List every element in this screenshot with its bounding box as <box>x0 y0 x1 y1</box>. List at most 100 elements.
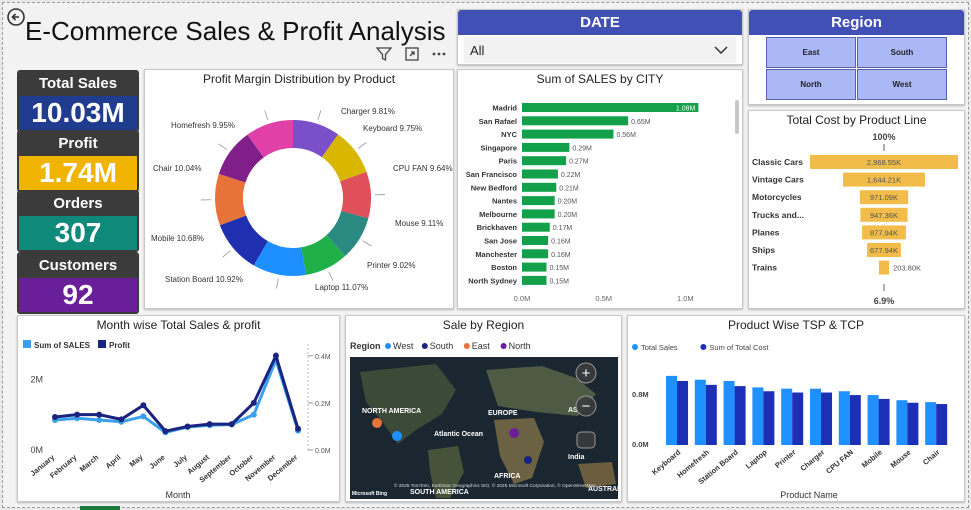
kpi-label: Customers <box>19 254 137 278</box>
city-data-label: 1.08M <box>676 106 696 113</box>
series-point <box>118 416 125 423</box>
donut-leader-line <box>317 110 322 120</box>
y-right-tick: 0.4M <box>315 354 331 361</box>
city-chart-title: Sum of SALES by CITY <box>536 72 664 86</box>
product-label: CPU FAN <box>824 448 855 476</box>
total-cost-panel: Total Cost by Product Line 100% Classic C… <box>748 110 965 309</box>
product-bar <box>849 395 861 445</box>
map-legend-label: South <box>430 341 454 351</box>
map-legend-dot <box>500 343 507 349</box>
map-legend-dot <box>421 343 428 349</box>
city-label: Brickhaven <box>477 223 518 232</box>
month-sales-panel: Month wise Total Sales & profit Sum of S… <box>17 315 340 502</box>
donut-slice-label: CPU FAN 9.64% <box>393 164 453 173</box>
region-slicer-title: Region <box>749 10 964 35</box>
city-data-label: 0.15M <box>550 265 570 272</box>
product-bar <box>925 402 937 445</box>
city-bar <box>522 222 550 232</box>
month-label: July <box>172 452 190 469</box>
donut-slice-label: Printer 9.02% <box>367 261 415 270</box>
region-option-north[interactable]: North <box>766 69 856 100</box>
series-point <box>272 352 279 359</box>
kpi-orders: Orders 307 <box>17 190 139 252</box>
region-option-south[interactable]: South <box>857 37 947 68</box>
series-point <box>74 411 81 418</box>
kpi-label: Orders <box>19 192 137 216</box>
map-bubble-north <box>509 428 519 438</box>
city-label: San Francisco <box>466 170 518 179</box>
back-arrow-icon[interactable] <box>6 7 26 27</box>
product-label: Mobile <box>860 448 884 470</box>
map-legend-label: West <box>393 341 414 351</box>
funnel-category-label: Planes <box>752 227 780 237</box>
month-label: March <box>78 452 101 473</box>
product-bar <box>677 381 688 445</box>
city-data-label: 0.20M <box>558 212 578 219</box>
funnel-category-label: Ships <box>752 245 775 255</box>
funnel-bar <box>878 260 890 275</box>
x-axis-title: Month <box>165 490 190 500</box>
map-legend-dot <box>463 343 470 349</box>
city-data-label: 0.65M <box>631 119 651 126</box>
kpi-profit: Profit 1.74M <box>17 130 139 192</box>
product-label: Laptop <box>744 447 769 470</box>
kpi-label: Total Sales <box>19 72 137 96</box>
product-bar <box>810 388 821 445</box>
donut-leader-line <box>264 110 269 121</box>
kpi-value: 92 <box>19 278 137 312</box>
region-map[interactable]: Region West South East North NORTH AMERICA EUR… <box>346 332 623 502</box>
product-bar <box>666 375 677 445</box>
map-title: Sale by Region <box>442 318 525 332</box>
map-place-label: India <box>568 454 584 461</box>
city-data-label: 0.16M <box>551 252 571 259</box>
month-label: May <box>128 452 146 469</box>
x-axis-title: Product Name <box>780 490 838 500</box>
kpi-value: 307 <box>19 216 137 250</box>
map-place-label: EUROPE <box>488 410 518 417</box>
city-bar <box>522 196 555 206</box>
product-bar <box>896 400 908 445</box>
funnel-data-label: 677.94K <box>870 246 898 255</box>
product-label: Chair <box>921 448 942 467</box>
donut-leader-line <box>218 143 227 151</box>
city-data-label: 0.16M <box>551 239 571 246</box>
product-bar <box>792 392 804 445</box>
funnel-data-label: 1,644.21K <box>867 176 901 185</box>
city-label: San Rafael <box>479 117 517 126</box>
more-options-icon[interactable] <box>428 46 450 68</box>
kpi-label: Profit <box>19 132 137 156</box>
line-chart-title: Month wise Total Sales & profit <box>96 318 261 332</box>
map-legend-label: East <box>472 341 491 351</box>
funnel-category-label: Trucks and... <box>752 210 804 220</box>
region-option-west[interactable]: West <box>857 69 947 100</box>
product-bar <box>838 391 850 445</box>
legend-label: Sum of Total Cost <box>709 343 769 352</box>
donut-chart: Charger 9.81% Keyboard 9.75% CPU FAN 9.64%… <box>151 107 453 292</box>
product-bar <box>936 404 948 445</box>
city-x-tick: 0.0M <box>514 294 531 303</box>
funnel-title: Total Cost by Product Line <box>786 113 927 127</box>
product-label: Mouse <box>889 448 913 470</box>
series-point <box>228 421 235 428</box>
donut-leader-line <box>362 240 372 247</box>
map-place-label: AFRICA <box>494 473 520 480</box>
series-point <box>96 416 103 423</box>
zoom-out-icon: − <box>582 398 591 415</box>
date-dropdown[interactable]: All <box>464 37 736 63</box>
filter-icon[interactable] <box>373 46 395 68</box>
focus-mode-icon[interactable] <box>401 46 423 68</box>
city-data-label: 0.56M <box>616 132 636 139</box>
page-tab-indicator[interactable] <box>80 506 120 510</box>
series-point <box>250 411 257 418</box>
donut-slice-label: Mobile 10.68% <box>151 234 204 243</box>
map-brand: Microsoft Bing <box>352 491 387 497</box>
series-point <box>162 428 169 435</box>
funnel-bottom-label: 6.9% <box>874 296 895 306</box>
y-left-tick: 0M <box>30 445 43 455</box>
month-sales-chart: Sum of SALES Profit0M2M0.0M0.2M0.4MJanuar… <box>23 340 331 500</box>
funnel-data-label: 971.09K <box>870 193 898 202</box>
region-option-east[interactable]: East <box>766 37 856 68</box>
city-label: San Jose <box>484 237 517 246</box>
funnel-data-label: 2,968.55K <box>867 158 901 167</box>
legend-label: Sum of SALES <box>34 341 91 350</box>
